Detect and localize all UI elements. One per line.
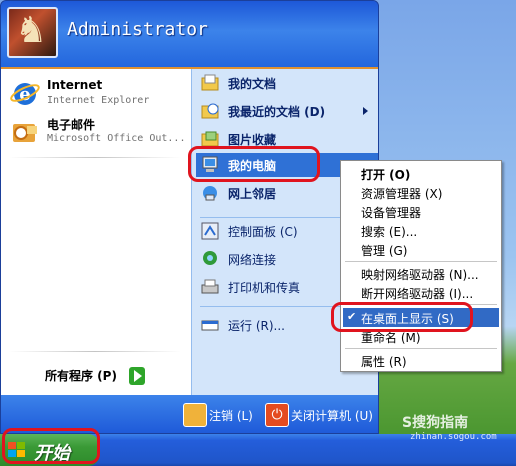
ctx-device-manager[interactable]: 设备管理器 bbox=[343, 202, 499, 221]
ctx-label: 搜索 (E)... bbox=[361, 225, 418, 239]
submenu-arrow-icon bbox=[363, 107, 368, 115]
run-icon bbox=[201, 320, 219, 331]
internet-explorer-icon: e bbox=[10, 83, 40, 105]
context-menu: 打开 (O) 资源管理器 (X) 设备管理器 搜索 (E)... 管理 (G) … bbox=[340, 160, 502, 372]
outlook-icon bbox=[13, 124, 37, 142]
key-icon bbox=[183, 403, 207, 427]
ctx-label: 断开网络驱动器 (I)... bbox=[361, 287, 474, 301]
pinned-item-subtitle: Internet Explorer bbox=[47, 95, 150, 106]
all-programs-button[interactable]: 所有程序 (P) bbox=[45, 367, 117, 384]
separator bbox=[345, 261, 497, 262]
watermark: S搜狗指南 zhinan.sogou.com bbox=[402, 412, 497, 442]
user-avatar[interactable]: ♞ bbox=[7, 7, 58, 58]
pinned-programs-column: e Internet Internet Explorer 电子邮件 Micros… bbox=[1, 69, 191, 395]
ctx-manage[interactable]: 管理 (G) bbox=[343, 240, 499, 259]
watermark-brand: S搜狗指南 bbox=[402, 415, 469, 431]
printers-icon bbox=[201, 279, 219, 294]
separator bbox=[345, 348, 497, 349]
ctx-label: 属性 (R) bbox=[361, 355, 407, 369]
pinned-item-internet[interactable]: e Internet Internet Explorer bbox=[5, 75, 185, 113]
pinned-item-subtitle: Microsoft Office Out... bbox=[47, 133, 186, 144]
ctx-label: 资源管理器 (X) bbox=[361, 187, 443, 201]
green-arrow-icon[interactable] bbox=[129, 367, 145, 385]
chess-picture-icon: ♞ bbox=[15, 10, 48, 51]
shutdown-label: 关闭计算机 (U) bbox=[291, 409, 373, 423]
separator bbox=[9, 157, 181, 158]
ctx-open[interactable]: 打开 (O) bbox=[343, 164, 499, 183]
item-my-documents[interactable]: 我的文档 bbox=[196, 71, 378, 95]
item-label: 打印机和传真 bbox=[228, 281, 301, 295]
ctx-disconnect-drive[interactable]: 断开网络驱动器 (I)... bbox=[343, 283, 499, 302]
user-name: Administrator bbox=[67, 19, 208, 40]
ctx-label: 映射网络驱动器 (N)... bbox=[361, 268, 479, 282]
ctx-properties[interactable]: 属性 (R) bbox=[343, 351, 499, 370]
item-label: 运行 (R)... bbox=[228, 319, 285, 333]
ctx-search[interactable]: 搜索 (E)... bbox=[343, 221, 499, 240]
item-label: 我最近的文档 (D) bbox=[228, 105, 326, 119]
control-panel-icon bbox=[201, 222, 219, 240]
start-menu: ♞ Administrator e Internet Internet Expl… bbox=[0, 0, 379, 434]
ctx-map-drive[interactable]: 映射网络驱动器 (N)... bbox=[343, 264, 499, 283]
recent-documents-icon bbox=[201, 103, 219, 119]
pinned-item-title: Internet bbox=[47, 78, 103, 92]
network-connections-icon bbox=[203, 251, 217, 265]
ctx-explorer[interactable]: 资源管理器 (X) bbox=[343, 183, 499, 202]
item-label: 控制面板 (C) bbox=[228, 225, 298, 239]
logoff-label: 注销 (L) bbox=[209, 409, 253, 423]
ctx-label: 管理 (G) bbox=[361, 244, 408, 258]
item-label: 网络连接 bbox=[228, 253, 277, 267]
pinned-item-title: 电子邮件 bbox=[47, 118, 96, 132]
pinned-item-email[interactable]: 电子邮件 Microsoft Office Out... bbox=[5, 113, 185, 151]
network-places-icon bbox=[203, 186, 217, 201]
item-label: 我的文档 bbox=[228, 77, 277, 91]
ctx-label: 打开 (O) bbox=[361, 168, 411, 182]
power-icon: ⏻ bbox=[265, 403, 289, 427]
ctx-label: 设备管理器 bbox=[361, 206, 422, 220]
start-menu-header: ♞ Administrator bbox=[1, 1, 378, 69]
item-recent-documents[interactable]: 我最近的文档 (D) bbox=[196, 99, 378, 123]
annotation-start-button bbox=[2, 428, 100, 464]
watermark-url: zhinan.sogou.com bbox=[410, 432, 497, 442]
my-documents-icon bbox=[201, 74, 219, 91]
annotation-show-on-desktop bbox=[331, 302, 473, 332]
item-label: 网上邻居 bbox=[228, 187, 277, 201]
annotation-my-computer bbox=[188, 146, 320, 182]
separator bbox=[9, 351, 181, 352]
